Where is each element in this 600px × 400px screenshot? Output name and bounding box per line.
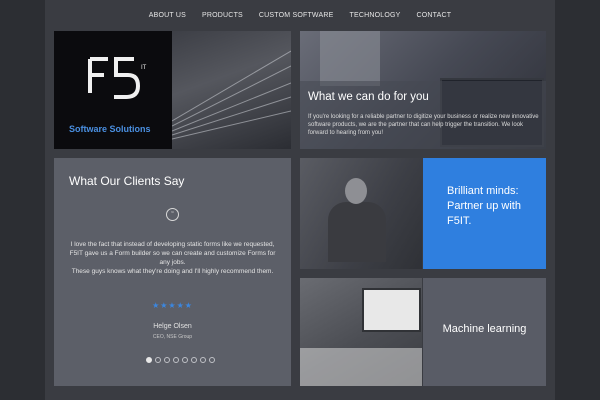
nav-products[interactable]: PRODUCTS xyxy=(202,12,243,19)
window-image xyxy=(320,31,380,86)
nav-technology[interactable]: TECHNOLOGY xyxy=(349,12,400,19)
top-nav: ABOUT US PRODUCTS CUSTOM SOFTWARE TECHNO… xyxy=(45,0,555,30)
f5-logo-mark xyxy=(88,57,141,99)
nav-about-us[interactable]: ABOUT US xyxy=(149,12,186,19)
person-head xyxy=(345,178,367,204)
monitor-image xyxy=(362,288,421,332)
slider-dot[interactable] xyxy=(191,357,197,363)
logo: IT Software Solutions xyxy=(54,31,172,149)
brilliant-minds-tile[interactable]: Brilliant minds: Partner up with F5IT. xyxy=(423,158,546,269)
nav-contact[interactable]: CONTACT xyxy=(417,12,452,19)
services-body: If you're looking for a reliable partner… xyxy=(308,114,539,136)
testimonial-role: CEO, NSE Group xyxy=(152,334,193,340)
workspace-photo-tile xyxy=(300,278,422,386)
machine-learning-text: Machine learning xyxy=(442,323,527,335)
slider-dot[interactable] xyxy=(146,357,152,363)
testimonials-title: What Our Clients Say xyxy=(69,174,185,188)
slider-dot[interactable] xyxy=(200,357,206,363)
slider-dot[interactable] xyxy=(182,357,188,363)
desk-image xyxy=(300,348,422,386)
services-tile[interactable]: What we can do for you If you're looking… xyxy=(300,31,546,149)
brilliant-minds-text: Brilliant minds: Partner up with F5IT. xyxy=(447,185,521,227)
testimonial-author: Helge Olsen xyxy=(153,323,192,330)
person-body xyxy=(328,202,386,262)
services-title: What we can do for you xyxy=(308,91,429,103)
logo-tag: IT xyxy=(141,65,147,71)
page: ABOUT US PRODUCTS CUSTOM SOFTWARE TECHNO… xyxy=(45,0,555,400)
rating-stars: ★★★★★ xyxy=(152,301,193,310)
testimonial-quote: I love the fact that instead of developi… xyxy=(69,241,276,275)
slider-dot[interactable] xyxy=(209,357,215,363)
machine-learning-tile[interactable]: Machine learning xyxy=(423,278,546,386)
logo-caption: Software Solutions xyxy=(69,124,151,134)
slider-dot[interactable] xyxy=(155,357,161,363)
city-light-streaks-image xyxy=(171,31,291,149)
slider-dot[interactable] xyxy=(164,357,170,363)
quote-icon: “ xyxy=(166,208,179,221)
slider-pagination xyxy=(146,357,215,363)
nav-custom-software[interactable]: CUSTOM SOFTWARE xyxy=(259,12,334,19)
slider-dot[interactable] xyxy=(173,357,179,363)
brand-tile[interactable]: IT Software Solutions xyxy=(54,31,291,149)
person-photo-tile xyxy=(300,158,422,269)
testimonials-tile: What Our Clients Say “ I love the fact t… xyxy=(54,158,291,386)
